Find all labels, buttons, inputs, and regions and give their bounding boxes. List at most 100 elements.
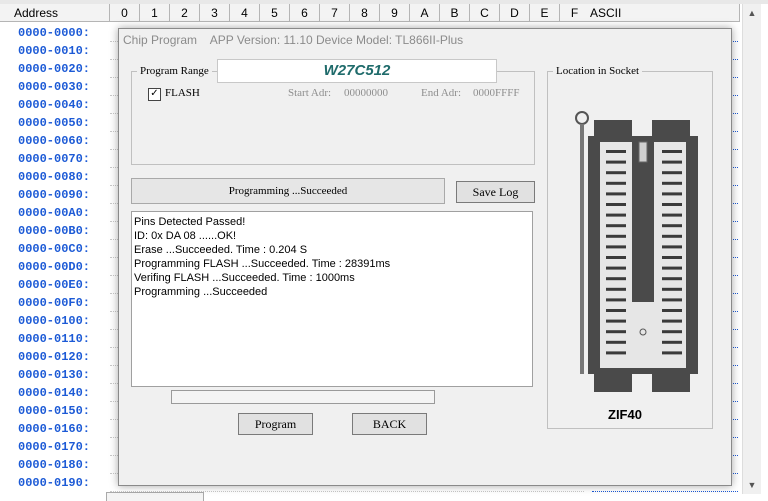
address-cell: 0000-00F0:	[18, 296, 91, 310]
column-header[interactable]: 5	[260, 4, 290, 22]
flash-checkbox[interactable]: ✓	[148, 88, 161, 101]
column-header[interactable]: 0	[110, 4, 140, 22]
column-header[interactable]: 8	[350, 4, 380, 22]
column-header[interactable]: 1	[140, 4, 170, 22]
log-line: Verifing FLASH ...Succeeded. Time : 1000…	[134, 272, 355, 284]
socket-pin-slot	[662, 213, 682, 217]
address-cell: 0000-00D0:	[18, 260, 91, 274]
column-header[interactable]: B	[440, 4, 470, 22]
column-header[interactable]: 3	[200, 4, 230, 22]
location-in-socket-group: Location in Socket	[547, 65, 713, 429]
scroll-down-button[interactable]: ▼	[743, 476, 761, 494]
log-output[interactable]: Pins Detected Passed! ID: 0x DA 08 ......…	[131, 211, 533, 387]
log-line: Programming ...Succeeded	[134, 286, 268, 298]
socket-pin-slot	[606, 150, 626, 153]
end-adr-label: End Adr:	[421, 87, 462, 99]
socket-pin-slot	[606, 340, 626, 344]
save-log-button[interactable]: Save Log	[456, 181, 535, 203]
address-cell: 0000-0110:	[18, 332, 91, 346]
back-button[interactable]: BACK	[352, 413, 427, 435]
socket-pin-slot	[606, 256, 626, 259]
address-cell: 0000-0080:	[18, 170, 91, 184]
socket-pin-slot	[606, 213, 626, 217]
dialog-title-bar: Chip Program APP Version: 11.10 Device M…	[123, 33, 473, 47]
socket-type-label: ZIF40	[608, 407, 642, 422]
chip-name: W27C512	[217, 59, 497, 83]
dialog-title: Chip Program	[123, 33, 198, 47]
address-cell: 0000-0020:	[18, 62, 91, 76]
address-cell: 0000-0100:	[18, 314, 91, 328]
start-adr-label: Start Adr:	[288, 87, 332, 99]
address-cell: 0000-0050:	[18, 116, 91, 130]
column-header[interactable]: 9	[380, 4, 410, 22]
socket-pin-slot	[606, 160, 626, 164]
address-cell: 0000-0040:	[18, 98, 91, 112]
scroll-up-button[interactable]: ▲	[743, 4, 761, 22]
socket-pin-slot	[606, 192, 626, 196]
app-version-text: APP Version: 11.10 Device Model: TL866II…	[209, 33, 464, 47]
address-cell: 0000-0060:	[18, 134, 91, 148]
address-cell: 0000-0030:	[18, 80, 91, 94]
address-column-header[interactable]: Address	[0, 4, 110, 22]
column-header[interactable]: E	[530, 4, 560, 22]
column-header[interactable]: D	[500, 4, 530, 22]
socket-pin-slot	[606, 234, 626, 238]
column-header[interactable]: 2	[170, 4, 200, 22]
end-adr-value: 0000FFFF	[473, 87, 520, 99]
log-line: Programming FLASH ...Succeeded. Time : 2…	[134, 258, 391, 270]
socket-pin-slot	[606, 330, 626, 334]
column-header[interactable]: 7	[320, 4, 350, 22]
socket-pin-slot	[662, 192, 682, 196]
address-cell: 0000-00A0:	[18, 206, 91, 220]
address-cell: 0000-0130:	[18, 368, 91, 382]
socket-pin-slot	[662, 203, 682, 206]
address-cell: 0000-00C0:	[18, 242, 91, 256]
column-header[interactable]: C	[470, 4, 500, 22]
column-header[interactable]: A	[410, 4, 440, 22]
socket-pin-slot	[662, 287, 682, 291]
log-line: Erase ...Succeeded. Time : 0.204 S	[134, 244, 308, 256]
socket-pin-slot	[662, 351, 682, 355]
socket-pin-slot	[606, 309, 626, 312]
socket-pin-slot	[662, 150, 682, 153]
socket-pin-slot	[606, 203, 626, 206]
socket-pin-slot	[662, 330, 682, 334]
address-cell: 0000-0180:	[18, 458, 91, 472]
socket-pin-slot	[662, 266, 682, 270]
status-bar: Programming ...Succeeded	[131, 178, 445, 204]
address-cell: 0000-00E0:	[18, 278, 91, 292]
zif-socket-diagram	[575, 111, 698, 392]
socket-pin-slot	[606, 266, 626, 270]
program-button[interactable]: Program	[238, 413, 313, 435]
address-cell: 0000-0160:	[18, 422, 91, 436]
address-cell: 0000-0000:	[18, 26, 91, 40]
socket-pin-slot	[662, 277, 682, 281]
column-header[interactable]: 4	[230, 4, 260, 22]
ascii-column-header[interactable]: ASCII	[584, 4, 740, 22]
socket-pin-slot	[606, 277, 626, 281]
log-line: Pins Detected Passed!	[134, 216, 246, 228]
program-range-label: Program Range	[137, 65, 212, 77]
socket-pin-slot	[606, 171, 626, 175]
flash-label: FLASH	[165, 87, 200, 99]
address-cell: 0000-0010:	[18, 44, 91, 58]
start-adr-value: 00000000	[344, 87, 388, 99]
address-cell: 0000-0150:	[18, 404, 91, 418]
progress-bar	[171, 390, 435, 404]
address-cell: 0000-00B0:	[18, 224, 91, 238]
column-header[interactable]: 6	[290, 4, 320, 22]
socket-pin-slot	[662, 224, 682, 228]
socket-pin-slot	[606, 298, 626, 302]
socket-pin-slot	[662, 245, 682, 249]
location-in-socket-label: Location in Socket	[553, 65, 643, 77]
socket-pin-slot	[662, 171, 682, 175]
socket-pin-slot	[662, 181, 682, 185]
address-cell: 0000-0120:	[18, 350, 91, 364]
socket-pin-slot	[606, 287, 626, 291]
address-cell: 0000-0170:	[18, 440, 91, 454]
socket-pin-slot	[662, 256, 682, 259]
vertical-scrollbar[interactable]: ▲ ▼	[742, 4, 761, 494]
socket-pin-slot	[606, 224, 626, 228]
socket-pin-slot	[662, 298, 682, 302]
socket-pin-slot	[606, 319, 626, 323]
